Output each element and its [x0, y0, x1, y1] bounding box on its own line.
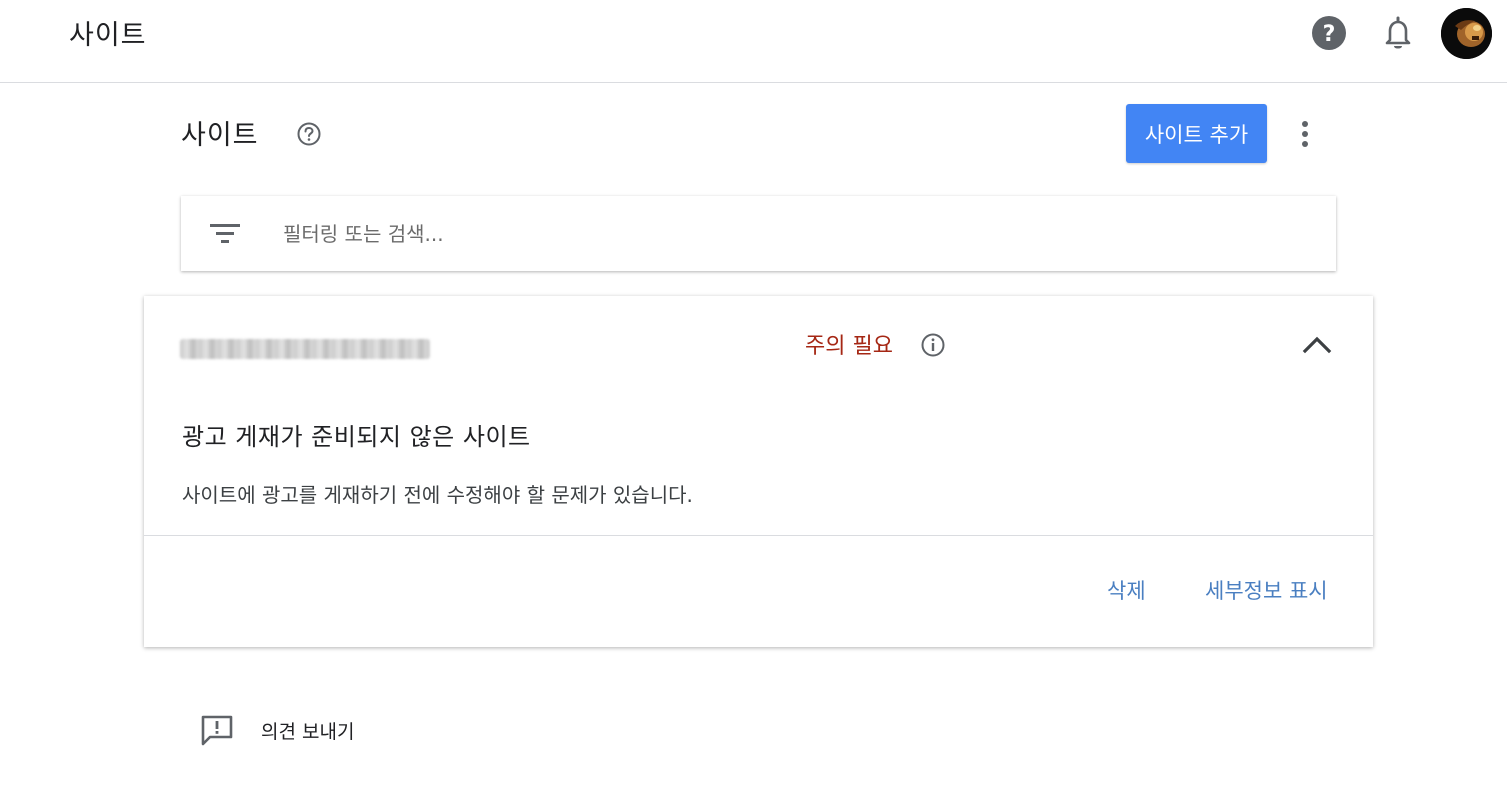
info-icon[interactable] — [920, 332, 946, 358]
site-card: 주의 필요 광고 게재가 준비되지 않은 사이트 사이트에 광고를 게재하기 전… — [144, 296, 1373, 647]
help-icon[interactable]: ? — [1312, 16, 1346, 50]
avatar[interactable] — [1441, 8, 1492, 59]
more-vert-icon[interactable] — [1292, 116, 1318, 152]
more-dot — [1302, 131, 1308, 137]
filter-list-icon[interactable] — [208, 220, 242, 248]
chevron-up-icon[interactable] — [1299, 330, 1335, 360]
add-site-button[interactable]: 사이트 추가 — [1126, 104, 1267, 163]
filter-bar — [181, 196, 1336, 271]
card-description: 사이트에 광고를 게재하기 전에 수정해야 할 문제가 있습니다. — [182, 483, 693, 507]
card-heading: 광고 게재가 준비되지 않은 사이트 — [182, 423, 531, 451]
app-title: 사이트 — [69, 20, 147, 51]
page-title: 사이트 — [181, 120, 259, 151]
card-divider — [144, 535, 1373, 536]
notifications-bell-icon[interactable] — [1381, 14, 1415, 52]
show-details-button[interactable]: 세부정보 표시 — [1205, 575, 1328, 605]
site-url-redacted — [180, 339, 430, 359]
svg-text:?: ? — [1323, 22, 1336, 47]
status-label: 주의 필요 — [805, 334, 893, 359]
send-feedback-button[interactable]: 의견 보내기 — [199, 712, 354, 748]
feedback-icon — [199, 713, 235, 747]
top-app-bar: 사이트 ? — [0, 0, 1507, 83]
search-input[interactable] — [281, 214, 1301, 254]
help-outline-icon[interactable] — [296, 121, 322, 147]
more-dot — [1302, 121, 1308, 127]
delete-button[interactable]: 삭제 — [1107, 575, 1146, 605]
feedback-label: 의견 보내기 — [261, 720, 355, 743]
more-dot — [1302, 141, 1308, 147]
